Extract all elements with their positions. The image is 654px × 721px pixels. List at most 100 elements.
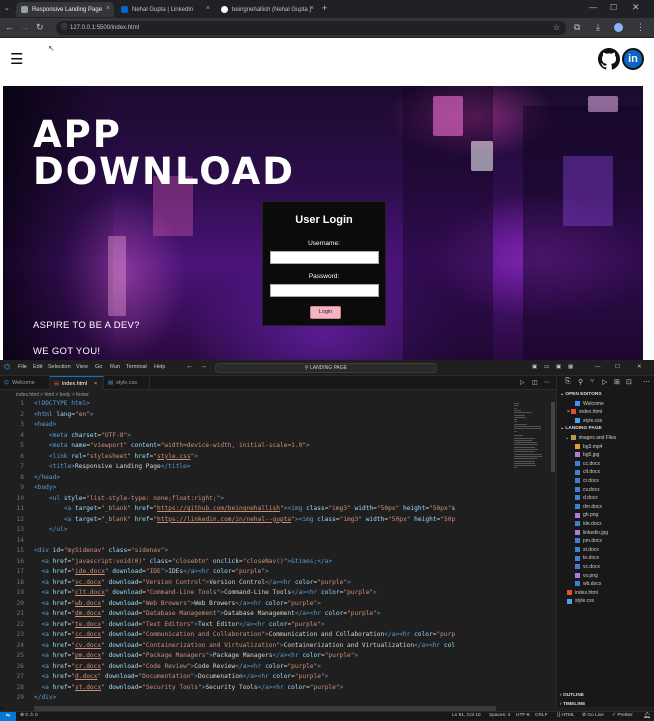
code-line[interactable]: <a href="ide.docx" download="IDE">IDEs</… bbox=[34, 568, 268, 575]
reload-icon[interactable]: ↻ bbox=[36, 22, 44, 33]
code-line[interactable]: </div> bbox=[34, 694, 56, 701]
linkedin-link[interactable]: in bbox=[622, 48, 644, 70]
close-window-icon[interactable]: ✕ bbox=[637, 364, 642, 370]
toggle-sidebar-icon[interactable]: ▣ bbox=[532, 364, 537, 370]
scrollbar-thumb[interactable] bbox=[551, 402, 555, 472]
editor-tab-style-css[interactable]: ▤ style.css bbox=[104, 376, 150, 390]
back-icon[interactable]: ← bbox=[5, 22, 14, 33]
file-item[interactable]: dm.docx bbox=[575, 503, 602, 511]
command-center[interactable]: ⚲ LANDING PAGE bbox=[215, 363, 437, 373]
browser-tab-landing[interactable]: Responsive Landing Page × bbox=[16, 2, 114, 17]
code-line[interactable]: <a href="clt.docx" download="Command-Lin… bbox=[34, 589, 376, 596]
customize-layout-icon[interactable]: ▦ bbox=[568, 364, 573, 370]
extensions-icon[interactable]: ⧉ bbox=[574, 22, 580, 33]
problems-indicator[interactable]: ⊗ 0 ⚠ 0 bbox=[20, 713, 38, 718]
code-line[interactable]: <a href="cr.docx" download="Code Review"… bbox=[34, 663, 321, 670]
line-ending[interactable]: CRLF bbox=[535, 713, 548, 718]
password-input[interactable] bbox=[270, 284, 379, 297]
code-line[interactable]: <a href="dm.docx" download="Database Man… bbox=[34, 610, 380, 617]
more-icon[interactable]: ⋯ bbox=[643, 378, 650, 386]
breadcrumb[interactable]: index.html > html > body > footer bbox=[0, 390, 556, 400]
tab-search-icon[interactable]: ⌄ bbox=[4, 4, 10, 12]
explorer-icon[interactable]: ⎘ bbox=[565, 378, 571, 386]
maximize-icon[interactable]: ☐ bbox=[615, 364, 620, 370]
cursor-position[interactable]: Ln 91, Col 10 bbox=[452, 713, 481, 718]
download-icon[interactable]: ⤓ bbox=[596, 22, 600, 33]
nav-back-icon[interactable]: ← bbox=[186, 363, 193, 370]
code-line[interactable]: <html lang="en"> bbox=[34, 411, 94, 418]
code-line[interactable]: <a href="javascript:void(0)" class="clos… bbox=[34, 558, 332, 565]
profile-avatar[interactable] bbox=[614, 23, 623, 32]
menu-selection[interactable]: Selection bbox=[48, 364, 71, 370]
username-input[interactable] bbox=[270, 251, 379, 264]
language-mode[interactable]: {} HTML bbox=[557, 713, 575, 718]
code-line[interactable]: <head> bbox=[34, 421, 56, 428]
menu-file[interactable]: File bbox=[18, 364, 27, 370]
close-tab-icon[interactable]: × bbox=[106, 5, 110, 12]
remote-icon[interactable]: ⊡ bbox=[626, 378, 632, 386]
close-window-icon[interactable]: ✕ bbox=[632, 2, 640, 13]
code-line[interactable]: </ul> bbox=[34, 526, 68, 533]
file-item[interactable]: pm.docx bbox=[575, 537, 602, 545]
code-line[interactable]: <a href="pm.docx" download="Package Mana… bbox=[34, 652, 358, 659]
file-item[interactable]: te.docx bbox=[575, 554, 599, 562]
open-editors-section[interactable]: ⌄ OPEN EDITORS bbox=[560, 391, 602, 399]
file-item[interactable]: ide.docx bbox=[575, 520, 602, 528]
file-item[interactable]: wb.docx bbox=[575, 580, 601, 588]
close-tab-icon[interactable]: × bbox=[94, 377, 97, 391]
code-line[interactable]: <meta charset="UTF-8"> bbox=[34, 432, 131, 439]
timeline-section[interactable]: › TIMELINE bbox=[560, 701, 585, 709]
encoding[interactable]: UTF-8 bbox=[516, 713, 530, 718]
run-icon[interactable]: ▷ bbox=[520, 379, 525, 386]
code-line[interactable]: </head> bbox=[34, 474, 60, 481]
code-line[interactable]: <meta name="viewport" content="width=dev… bbox=[34, 442, 310, 449]
editor-tab-index-html[interactable]: ▤ index.html × bbox=[50, 376, 104, 390]
file-item[interactable]: cv.docx bbox=[575, 486, 600, 494]
menu-go[interactable]: Go bbox=[95, 364, 102, 370]
new-tab-button[interactable]: + bbox=[322, 3, 327, 13]
github-link[interactable] bbox=[598, 48, 621, 70]
file-item[interactable]: style.css bbox=[567, 597, 594, 605]
toggle-panel-icon[interactable]: ▭ bbox=[544, 364, 549, 370]
indentation[interactable]: Spaces: 4 bbox=[489, 713, 510, 718]
editor-tab-welcome[interactable]: ⌬ Welcome bbox=[0, 376, 50, 390]
code-line[interactable]: <title>Responsive Landing Page</title> bbox=[34, 463, 191, 470]
code-line[interactable]: <a target="_blank" href="https://github.… bbox=[34, 505, 455, 512]
browser-tab-github[interactable]: beingnehallish (Nehal Gupta ) × bbox=[216, 2, 318, 17]
file-item[interactable]: index.html bbox=[567, 589, 598, 597]
code-line[interactable]: <a href="st.docx" download="Security Too… bbox=[34, 684, 343, 691]
search-icon[interactable]: ⚲ bbox=[578, 378, 583, 386]
more-menu-icon[interactable]: ⋮ bbox=[636, 22, 645, 33]
code-line[interactable]: <a href="vc.docx" download="Version Cont… bbox=[34, 579, 350, 586]
code-line[interactable]: <ul style="list-style-type: none;float:r… bbox=[34, 495, 224, 502]
file-item[interactable]: gh.png bbox=[575, 511, 598, 519]
code-line[interactable]: <link rel="stylesheet" href="style.css"> bbox=[34, 453, 198, 460]
code-line[interactable]: <a href="wb.docx" download="Web Browers"… bbox=[34, 600, 321, 607]
code-line[interactable]: <body> bbox=[34, 484, 56, 491]
login-button[interactable]: Login bbox=[310, 306, 341, 319]
toggle-secondary-sidebar-icon[interactable]: ▣ bbox=[556, 364, 561, 370]
extensions-icon[interactable]: ⊞ bbox=[614, 378, 620, 386]
address-bar[interactable]: ⓘ 127.0.0.1:5500/index.html ☆ bbox=[56, 21, 566, 35]
site-info-icon[interactable]: ⓘ bbox=[61, 21, 67, 35]
notifications-icon[interactable]: 🔔︎ bbox=[643, 712, 651, 719]
outline-section[interactable]: › OUTLINE bbox=[560, 692, 584, 700]
maximize-icon[interactable]: ☐ bbox=[610, 3, 617, 12]
minimize-icon[interactable]: — bbox=[595, 364, 601, 370]
code-line[interactable]: <!DOCTYPE html> bbox=[34, 400, 90, 407]
code-line[interactable]: <a href="cc.docx" download="Communicatio… bbox=[34, 631, 455, 638]
file-item[interactable]: vs.png bbox=[575, 572, 598, 580]
file-item[interactable]: clt.docx bbox=[575, 468, 600, 476]
menu-help[interactable]: Help bbox=[154, 364, 165, 370]
browser-tab-linkedin[interactable]: Nehal Gupta | LinkedIn × bbox=[116, 2, 214, 17]
code-line[interactable]: <div id="mySidenav" class="sidenav"> bbox=[34, 547, 168, 554]
go-live-button[interactable]: ⊘ Go Live bbox=[582, 713, 604, 718]
menu-edit[interactable]: Edit bbox=[33, 364, 42, 370]
minimap[interactable] bbox=[512, 400, 550, 480]
menu-run[interactable]: Run bbox=[110, 364, 120, 370]
run-debug-icon[interactable]: ▷ bbox=[602, 378, 607, 386]
source-control-icon[interactable]: ⑂ bbox=[590, 378, 594, 385]
code-line[interactable]: <a href="d.docx" download="Documentation… bbox=[34, 673, 328, 680]
project-section[interactable]: ⌄ LANDING PAGE bbox=[560, 425, 602, 433]
prettier-status[interactable]: ✓ Prettier bbox=[612, 713, 633, 718]
